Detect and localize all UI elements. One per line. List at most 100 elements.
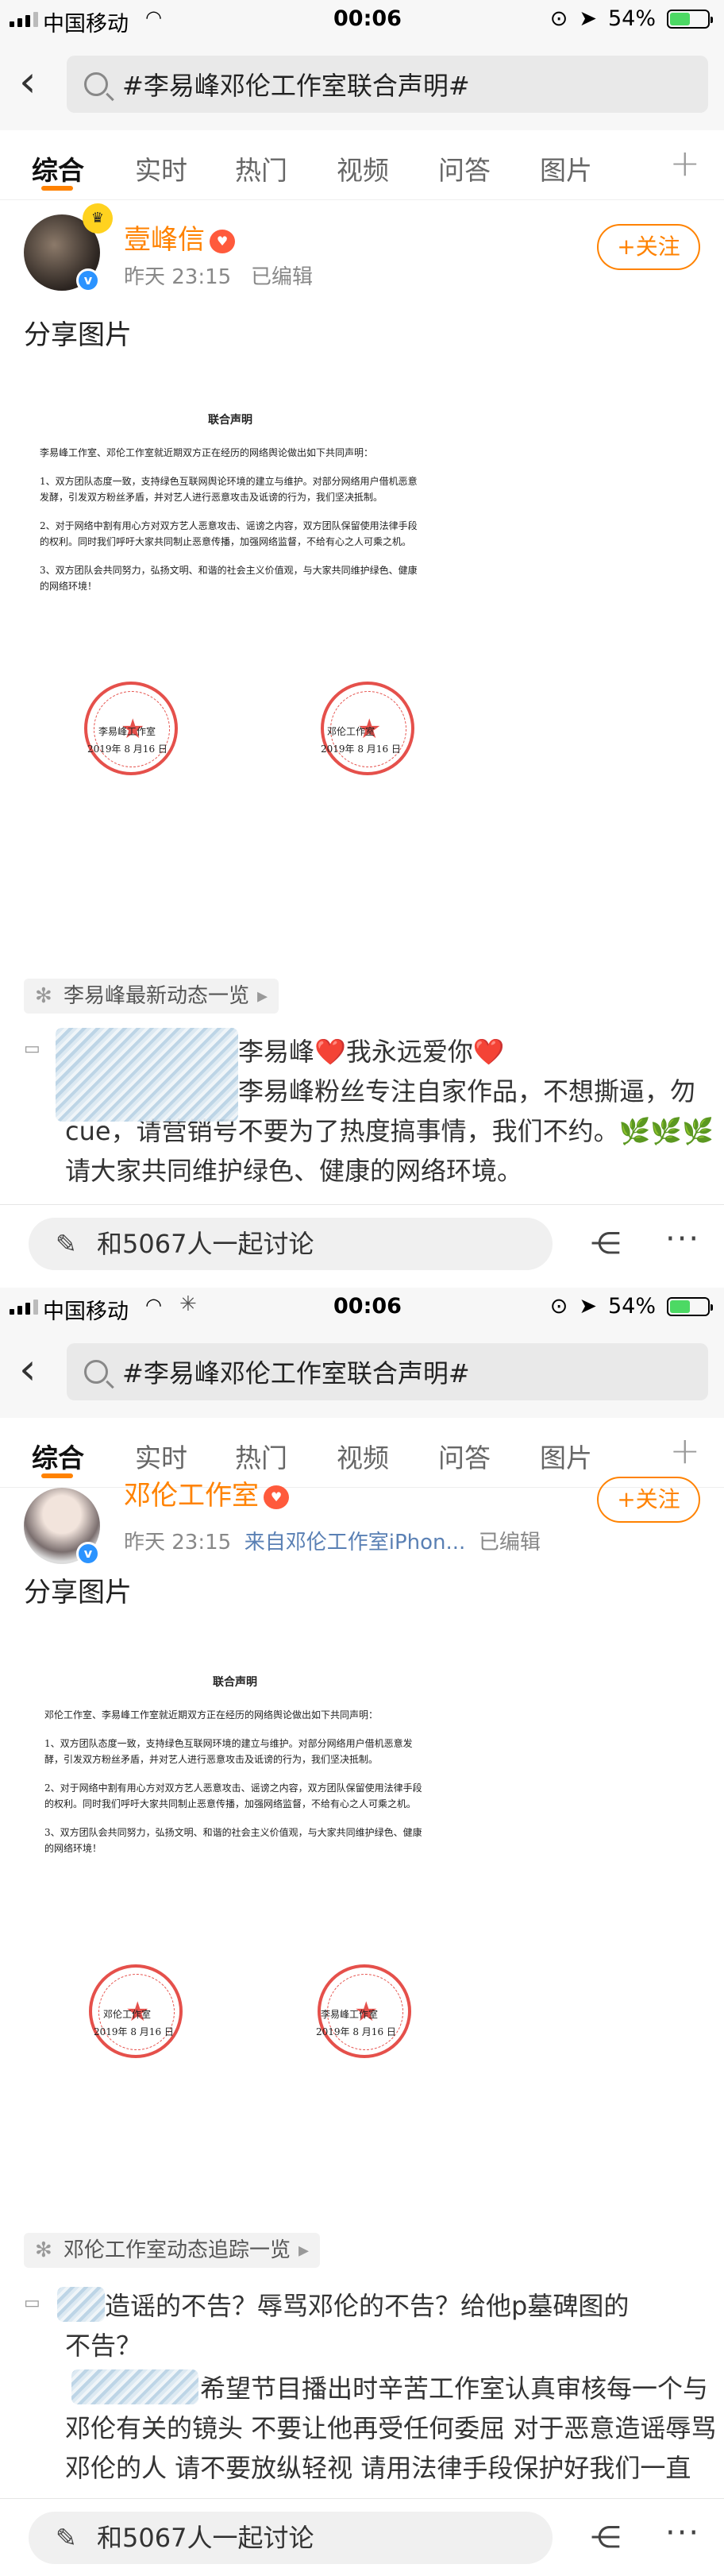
comment-line-2: 李易峰粉丝专注自家作品，不想撕逼，勿 — [238, 1076, 696, 1106]
clock: 00:06 — [333, 1294, 402, 1319]
comment-line-4: 邓伦有关的镜头 不要让他再受任何委屈 对于恶意造谣辱骂 — [65, 2413, 717, 2443]
comment-line-3: 希望节目播出时辛苦工作室认真审核每一个与 — [200, 2373, 709, 2404]
signature-left: 邓伦工作室 — [103, 2009, 152, 2020]
tab-comprehensive[interactable]: 综合 — [32, 1437, 84, 1475]
follow-button[interactable]: +关注 — [597, 1477, 700, 1523]
more-icon[interactable]: ··· — [665, 2515, 700, 2551]
doc-point-2: 2、对于网络中割有用心方对双方艺人恶意攻击、谣谤之内容，双方团队保留使用法律手段… — [44, 1782, 422, 1809]
search-icon — [84, 72, 108, 96]
tab-hot[interactable]: 热门 — [235, 1437, 287, 1475]
tab-video[interactable]: 视频 — [337, 1437, 389, 1475]
spinner-icon: ✻ — [35, 2238, 52, 2262]
date-right: 2019年 8 月16 日 — [321, 743, 401, 755]
search-header: ‹ #李易峰邓伦工作室联合声明# — [0, 38, 724, 130]
chevron-right-icon: ▸ — [257, 984, 268, 1008]
bottom-action-bar: ✎ 和5067人一起讨论 ⋲ ··· — [0, 1204, 724, 1282]
date-left: 2019年 8 月16 日 — [87, 743, 168, 755]
featured-comment[interactable]: ▭ 造谣的不告？辱骂邓伦的不告？给他p墓碑图的 不告？ 希望节目播出时辛苦工作室… — [24, 2287, 716, 2493]
redacted-username — [56, 1028, 238, 1122]
member-icon: ♥ — [210, 229, 235, 253]
tab-realtime[interactable]: 实时 — [135, 1437, 187, 1475]
doc-point-2: 2、对于网络中割有用心方对双方艺人恶意攻击、谣谤之内容，双方团队保留使用法律手段… — [40, 520, 418, 547]
topic-link[interactable]: ✻ 李易峰最新动态一览 ▸ — [24, 979, 279, 1014]
comment-line-2: 不告？ — [65, 2331, 142, 2361]
more-icon[interactable]: ··· — [665, 1221, 700, 1257]
search-input[interactable]: #李易峰邓伦工作室联合声明# — [67, 1343, 708, 1400]
statement-document: 联合声明 邓伦工作室、李易峰工作室就近期双方正在经历的网络舆论做出如下共同声明：… — [44, 1674, 426, 1869]
doc-point-1: 1、双方团队态度一致，支持绿色互联网舆论环境的建立与维护。对部分网络用户借机恶意… — [40, 476, 418, 503]
add-tab-icon[interactable]: + — [669, 141, 700, 184]
bottom-action-bar: ✎ 和5067人一起讨论 ⋲ ··· — [0, 2498, 724, 2576]
comment-line-1: 造谣的不告？辱骂邓伦的不告？给他p墓碑图的 — [105, 2291, 630, 2321]
tab-images[interactable]: 图片 — [540, 1437, 592, 1475]
carrier-label: 中国移动 — [43, 1300, 129, 1324]
loading-icon: ✳ — [179, 1292, 197, 1316]
signature-right: 邓伦工作室 — [327, 726, 375, 737]
featured-comment[interactable]: ▭ 李易峰❤️我永远爱你❤️ 李易峰粉丝专注自家作品，不想撕逼，勿 cue，请营… — [24, 1028, 714, 1207]
doc-title: 联合声明 — [213, 1676, 257, 1689]
location-icon: ➤ — [579, 1294, 597, 1319]
wifi-icon: ◠ — [145, 1294, 162, 1316]
active-tab-indicator — [41, 186, 73, 191]
tab-bar: 综合 实时 热门 视频 问答 图片 + — [0, 130, 724, 200]
battery-icon — [667, 1296, 713, 1316]
edit-icon: ✎ — [56, 1229, 77, 1259]
comment-line-5: 邓伦的人 请不要放纵轻视 请用法律手段保护好我们一直 — [65, 2453, 691, 2483]
rotation-lock-icon: ⊙ — [549, 1294, 568, 1319]
discuss-input[interactable]: ✎ 和5067人一起讨论 — [29, 1218, 553, 1270]
topic-link[interactable]: ✻ 邓伦工作室动态追踪一览 ▸ — [24, 2233, 321, 2268]
clock: 00:06 — [333, 6, 402, 31]
doc-point-3: 3、双方团队会共同努力，弘扬文明、和谐的社会主义价值观，与大家共同维护绿色、健康… — [44, 1827, 422, 1854]
tab-video[interactable]: 视频 — [337, 149, 389, 187]
search-icon — [84, 1360, 108, 1384]
location-icon: ➤ — [579, 6, 597, 31]
tab-qa[interactable]: 问答 — [438, 1437, 491, 1475]
tab-realtime[interactable]: 实时 — [135, 149, 187, 187]
follow-button[interactable]: +关注 — [597, 224, 700, 270]
wifi-icon: ◠ — [145, 6, 162, 29]
verified-icon: v — [76, 268, 100, 292]
member-icon: ♥ — [264, 1485, 289, 1509]
tab-qa[interactable]: 问答 — [438, 149, 491, 187]
crown-badge-icon: ♛ — [83, 203, 113, 234]
battery-percent: 54% — [607, 6, 656, 31]
doc-point-3: 3、双方团队会共同努力，弘扬文明、和谐的社会主义价值观，与大家共同维护绿色、健康… — [40, 565, 418, 592]
tab-images[interactable]: 图片 — [540, 149, 592, 187]
share-icon[interactable]: ⋲ — [591, 2520, 621, 2555]
spinner-icon: ✻ — [35, 984, 52, 1008]
share-icon[interactable]: ⋲ — [591, 1226, 621, 1261]
signal-icon — [10, 12, 38, 27]
date-left: 2019年 8 月16 日 — [94, 2026, 174, 2037]
screenshot-2: 中国移动 ◠ ✳ 00:06 ⊙ ➤ 54% ‹ #李易峰邓伦工作室联合声明# … — [0, 1288, 724, 2576]
comment-line-4: 请大家共同维护绿色、健康的网络环境。 — [65, 1156, 523, 1186]
post-meta: 昨天 23:15 已编辑 — [124, 265, 314, 289]
post-image[interactable]: 联合声明 李易峰工作室、邓伦工作室就近期双方正在经历的网络舆论做出如下共同声明：… — [0, 362, 724, 966]
author-name[interactable]: 壹峰信 ♥ — [124, 218, 235, 257]
post-image[interactable]: 联合声明 邓伦工作室、李易峰工作室就近期双方正在经历的网络舆论做出如下共同声明：… — [0, 1621, 724, 2225]
tab-comprehensive[interactable]: 综合 — [32, 149, 84, 187]
screenshot-1: 中国移动 ◠ 00:06 ⊙ ➤ 54% ‹ #李易峰邓伦工作室联合声明# 综合… — [0, 0, 724, 1288]
back-arrow-icon[interactable]: ‹ — [19, 60, 37, 103]
status-bar: 中国移动 ◠ ✳ 00:06 ⊙ ➤ 54% — [0, 1288, 724, 1326]
edit-icon: ✎ — [56, 2523, 77, 2553]
doc-point-1: 1、双方团队态度一致，支持绿色互联网环境的建立与维护。对部分网络用户借机恶意发酵… — [44, 1738, 413, 1765]
post-header: ♛ v 壹峰信 ♥ 昨天 23:15 已编辑 +关注 — [0, 203, 724, 299]
redacted-username — [57, 2287, 105, 2322]
rotation-lock-icon: ⊙ — [549, 6, 568, 31]
comment-icon: ▭ — [24, 1039, 40, 1059]
author-name[interactable]: 邓伦工作室 ♥ — [124, 1473, 289, 1512]
carrier-label: 中国移动 — [43, 12, 129, 37]
doc-title: 联合声明 — [208, 414, 252, 427]
statement-document: 联合声明 李易峰工作室、邓伦工作室就近期双方正在经历的网络舆论做出如下共同声明：… — [40, 411, 421, 607]
search-query: #李易峰邓伦工作室联合声明# — [122, 1358, 470, 1388]
search-input[interactable]: #李易峰邓伦工作室联合声明# — [67, 56, 708, 113]
comment-line-1: 李易峰❤️我永远爱你❤️ — [238, 1037, 505, 1067]
chevron-right-icon: ▸ — [298, 2238, 310, 2262]
tab-hot[interactable]: 热门 — [235, 149, 287, 187]
add-tab-icon[interactable]: + — [669, 1429, 700, 1472]
status-bar: 中国移动 ◠ 00:06 ⊙ ➤ 54% — [0, 0, 724, 38]
discuss-input[interactable]: ✎ 和5067人一起讨论 — [29, 2512, 553, 2564]
signal-icon — [10, 1300, 38, 1315]
battery-percent: 54% — [607, 1294, 656, 1319]
back-arrow-icon[interactable]: ‹ — [19, 1348, 37, 1391]
